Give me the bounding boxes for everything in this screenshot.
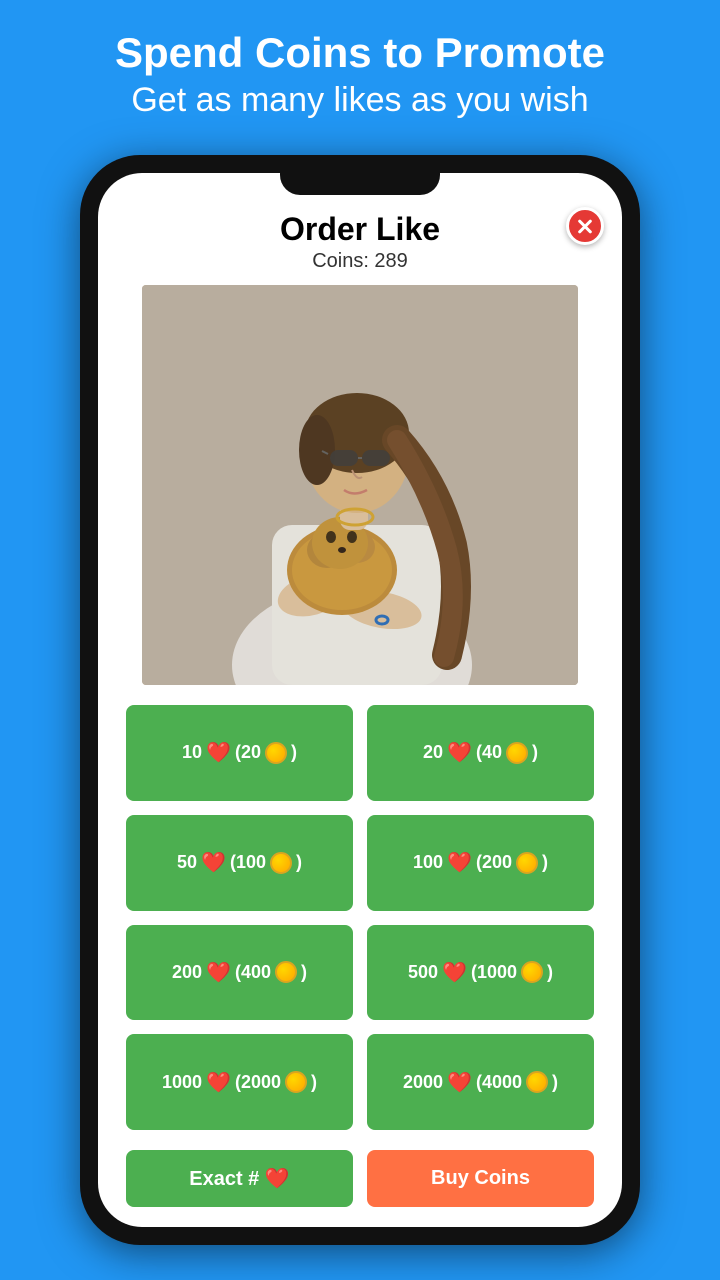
bottom-buttons: Exact # ❤️ Buy Coins: [98, 1142, 622, 1227]
option-200-likes[interactable]: 200 ❤️ (400 ): [126, 925, 353, 1021]
options-grid: 10 ❤️ (20 ) 20 ❤️ (40 ) 50 ❤️ (100 ) 100…: [98, 693, 622, 1142]
phone-frame: Order Like Coins: 289: [80, 155, 640, 1245]
phone-screen: Order Like Coins: 289: [98, 173, 622, 1227]
option-500-likes[interactable]: 500 ❤️ (1000 ): [367, 925, 594, 1021]
option-20-likes[interactable]: 20 ❤️ (40 ): [367, 705, 594, 801]
promo-header: Spend Coins to Promote Get as many likes…: [0, 0, 720, 143]
option-2000-likes[interactable]: 2000 ❤️ (4000 ): [367, 1034, 594, 1130]
header-line2: Get as many likes as you wish: [20, 78, 700, 122]
option-10-likes[interactable]: 10 ❤️ (20 ): [126, 705, 353, 801]
option-1000-likes[interactable]: 1000 ❤️ (2000 ): [126, 1034, 353, 1130]
photo-area: [142, 285, 578, 685]
option-50-likes[interactable]: 50 ❤️ (100 ): [126, 815, 353, 911]
close-button[interactable]: [566, 207, 604, 245]
option-100-likes[interactable]: 100 ❤️ (200 ): [367, 815, 594, 911]
photo-illustration: [142, 285, 578, 685]
coins-display: Coins: 289: [312, 250, 408, 273]
modal-title: Order Like: [280, 211, 440, 248]
exact-button[interactable]: Exact # ❤️: [126, 1150, 353, 1207]
buy-coins-button[interactable]: Buy Coins: [367, 1150, 594, 1207]
modal-header: Order Like Coins: 289: [98, 203, 622, 277]
header-line1: Spend Coins to Promote: [20, 28, 700, 78]
phone-notch: [280, 173, 440, 195]
